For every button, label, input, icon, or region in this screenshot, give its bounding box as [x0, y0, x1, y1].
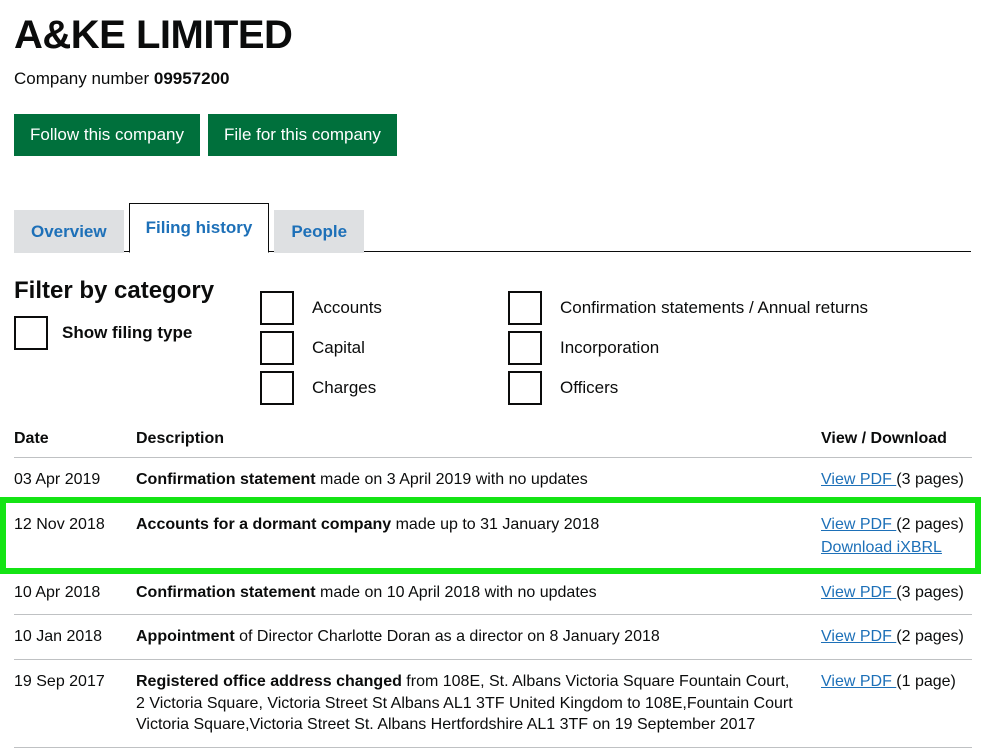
filing-view-download: View PDF (1 page)	[821, 659, 972, 748]
view-pdf-link[interactable]: View PDF	[821, 673, 896, 690]
filing-date: 12 Nov 2018	[14, 502, 136, 571]
view-pdf-line: View PDF (3 pages)	[821, 469, 972, 491]
filter-category-column-right: Confirmation statements / Annual returns…	[508, 288, 868, 408]
company-number-label: Company number	[14, 69, 150, 88]
table-row: 10 Jan 2018 Appointment of Director Char…	[14, 614, 972, 660]
download-ixbrl-line: Download iXBRL	[821, 537, 972, 559]
filter-by-category-section: Filter by category Show filing type Acco…	[14, 277, 971, 408]
action-buttons: Follow this company File for this compan…	[14, 114, 971, 156]
filing-history-table-wrap: Date Description View / Download 03 Apr …	[0, 430, 981, 748]
table-row: 19 Sep 2017 Registered office address ch…	[14, 659, 972, 748]
tab-bar: Overview Filing history People	[14, 202, 971, 253]
confirmation-statements-checkbox[interactable]	[508, 291, 542, 325]
filing-date: 10 Apr 2018	[14, 570, 136, 616]
incorporation-label: Incorporation	[560, 338, 660, 357]
charges-label: Charges	[312, 378, 377, 397]
table-row: 10 Apr 2018 Confirmation statement made …	[14, 570, 972, 616]
filing-type: Confirmation statement	[136, 583, 316, 601]
filing-detail: made on 10 April 2018 with no updates	[315, 583, 597, 601]
capital-label: Capital	[312, 338, 365, 357]
view-pdf-link[interactable]: View PDF	[821, 516, 896, 533]
filter-option-officers[interactable]: Officers	[508, 368, 868, 408]
view-pdf-link[interactable]: View PDF	[821, 628, 896, 645]
column-header-view-download: View / Download	[821, 430, 972, 458]
table-header-row: Date Description View / Download	[14, 430, 972, 458]
filter-option-incorporation[interactable]: Incorporation	[508, 328, 868, 368]
filter-option-accounts[interactable]: Accounts	[260, 288, 382, 328]
filter-option-capital[interactable]: Capital	[260, 328, 382, 368]
filing-detail: of Director Charlotte Doran as a directo…	[234, 628, 660, 646]
table-row: 03 Apr 2019 Confirmation statement made …	[14, 457, 972, 503]
company-number: Company number 09957200	[14, 69, 971, 89]
tab-people[interactable]: People	[274, 209, 365, 253]
incorporation-checkbox[interactable]	[508, 331, 542, 365]
accounts-checkbox[interactable]	[260, 291, 294, 325]
page-count: (3 pages)	[896, 471, 964, 488]
filter-category-column-left: Accounts Capital Charges	[260, 288, 382, 408]
view-pdf-line: View PDF (2 pages)	[821, 514, 972, 536]
view-pdf-line: View PDF (3 pages)	[821, 582, 972, 604]
officers-checkbox[interactable]	[508, 371, 542, 405]
filing-description: Registered office address changed from 1…	[136, 659, 821, 748]
capital-checkbox[interactable]	[260, 331, 294, 365]
filing-history-table: Date Description View / Download 03 Apr …	[14, 430, 972, 748]
view-pdf-link[interactable]: View PDF	[821, 471, 896, 488]
file-for-company-button[interactable]: File for this company	[208, 114, 397, 156]
filing-date: 19 Sep 2017	[14, 659, 136, 748]
view-pdf-link[interactable]: View PDF	[821, 584, 896, 601]
filing-date: 10 Jan 2018	[14, 614, 136, 660]
filing-detail: made on 3 April 2019 with no updates	[315, 471, 588, 488]
page-title: A&KE LIMITED	[14, 13, 293, 57]
filing-type: Accounts for a dormant company	[136, 515, 392, 533]
charges-checkbox[interactable]	[260, 371, 294, 405]
filing-view-download: View PDF (2 pages) Download iXBRL	[821, 502, 972, 571]
tab-filing-history[interactable]: Filing history	[128, 202, 270, 253]
filing-view-download: View PDF (2 pages)	[821, 614, 972, 660]
filing-description: Appointment of Director Charlotte Doran …	[136, 614, 821, 660]
download-ixbrl-link[interactable]: Download iXBRL	[821, 539, 942, 556]
filter-option-confirmation-statements[interactable]: Confirmation statements / Annual returns	[508, 288, 868, 328]
page-count: (1 page)	[896, 672, 956, 690]
column-header-description: Description	[136, 430, 821, 458]
filing-description: Confirmation statement made on 10 April …	[136, 570, 821, 616]
filing-history-table-body: 03 Apr 2019 Confirmation statement made …	[14, 457, 972, 748]
officers-label: Officers	[560, 378, 619, 397]
accounts-label: Accounts	[312, 298, 382, 317]
confirmation-statements-label: Confirmation statements / Annual returns	[560, 298, 869, 317]
filing-view-download: View PDF (3 pages)	[821, 570, 972, 616]
page-count: (2 pages)	[896, 628, 964, 646]
tab-overview[interactable]: Overview	[14, 209, 124, 253]
filing-view-download: View PDF (3 pages)	[821, 457, 972, 503]
follow-company-button[interactable]: Follow this company	[14, 114, 201, 156]
show-filing-type-checkbox[interactable]	[14, 316, 48, 351]
page-count: (2 pages)	[896, 515, 964, 533]
filing-date: 03 Apr 2019	[14, 457, 136, 503]
filing-detail: made up to 31 January 2018	[391, 515, 600, 533]
column-header-date: Date	[14, 430, 136, 458]
filing-description: Confirmation statement made on 3 April 2…	[136, 457, 821, 503]
filing-type: Appointment	[136, 628, 235, 646]
company-number-value: 09957200	[153, 69, 230, 88]
show-filing-type-label: Show filing type	[62, 323, 193, 343]
filing-description: Accounts for a dormant company made up t…	[136, 502, 821, 571]
filing-type: Confirmation statement	[136, 471, 316, 488]
filter-option-charges[interactable]: Charges	[260, 368, 382, 408]
table-row: 12 Nov 2018 Accounts for a dormant compa…	[14, 502, 972, 571]
filing-type: Registered office address changed	[136, 672, 402, 690]
view-pdf-line: View PDF (2 pages)	[821, 626, 972, 648]
page-count: (3 pages)	[896, 583, 964, 601]
company-filing-history-page: A&KE LIMITED Company number 09957200 Fol…	[0, 14, 985, 748]
view-pdf-line: View PDF (1 page)	[821, 671, 972, 693]
